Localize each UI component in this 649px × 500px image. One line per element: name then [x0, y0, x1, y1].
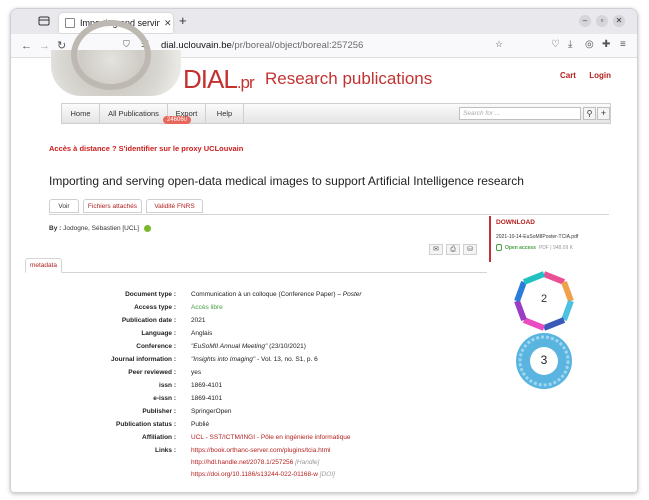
- download-title: DOWNLOAD: [496, 219, 535, 226]
- main-menu: Home All Publications 246060 Export Help…: [61, 103, 611, 124]
- forward-icon[interactable]: →: [39, 39, 50, 53]
- search-icon[interactable]: ⚲: [583, 107, 596, 120]
- login-link[interactable]: Login: [589, 71, 611, 80]
- author-name[interactable]: Jodogne, Sébastien: [63, 225, 120, 232]
- extensions-icon[interactable]: ✚: [602, 39, 610, 50]
- top-links: Cart Login: [549, 71, 611, 80]
- print-icon[interactable]: ⎙: [446, 244, 460, 255]
- bookmark-star-icon[interactable]: ☆: [495, 39, 503, 50]
- dial-logo[interactable]: DIAL.pr: [183, 64, 255, 95]
- browser-window: Importing and serving op ✕ + – ▫ ✕ ← → ↻…: [10, 8, 638, 493]
- open-access-icon: [496, 244, 502, 251]
- share-icon[interactable]: ✉: [429, 244, 443, 255]
- download-file-meta: Open access PDF | 948.09 K: [496, 244, 601, 251]
- minimize-icon[interactable]: –: [579, 15, 591, 27]
- proxy-notice[interactable]: Accès à distance ? S'identifier sur le p…: [49, 144, 243, 153]
- pocket-icon[interactable]: ♡: [551, 39, 560, 50]
- dimensions-score: 3: [540, 353, 548, 367]
- close-window-icon[interactable]: ✕: [613, 15, 625, 27]
- site-subtitle: Research publications: [265, 69, 433, 88]
- back-icon[interactable]: ←: [21, 39, 32, 53]
- authors-line: By : Jodogne, Sébastien [UCL]: [49, 225, 151, 232]
- account-icon[interactable]: ◎: [585, 39, 594, 50]
- page-title: Importing and serving open-data medical …: [49, 174, 524, 188]
- menu-help[interactable]: Help: [206, 104, 244, 123]
- tab-list-icon: [38, 16, 50, 26]
- cart-link[interactable]: Cart: [560, 71, 576, 80]
- tab-voir[interactable]: Voir: [49, 199, 79, 213]
- menu-all-publications[interactable]: All Publications: [100, 104, 168, 123]
- menu-home[interactable]: Home: [62, 104, 100, 123]
- page-favicon-icon: [65, 18, 75, 28]
- affiliation-link[interactable]: UCL - SST/ICTM/INGI - Pôle en ingénierie…: [191, 434, 350, 441]
- advanced-search-icon[interactable]: +: [597, 107, 610, 120]
- orcid-icon[interactable]: [143, 225, 151, 232]
- link-tcia[interactable]: https://book.orthanc-server.com/plugins/…: [191, 447, 330, 454]
- download-file-link[interactable]: 2021-10-14-EuSoMIIPoster-TCIA.pdf: [496, 234, 601, 240]
- altmetric-badge[interactable]: 2: [513, 270, 575, 332]
- site-banner: DIAL.pr Research publications Cart Login: [51, 20, 611, 96]
- menu-export[interactable]: Export: [168, 104, 206, 123]
- search-input[interactable]: Search for ...: [459, 107, 581, 120]
- link-doi[interactable]: https://doi.org/10.1186/s13244-022-01168…: [191, 471, 318, 478]
- tab-list-button[interactable]: [37, 14, 51, 28]
- url-text[interactable]: dial.uclouvain.be/pr/boreal/object/borea…: [161, 40, 363, 51]
- downloads-icon[interactable]: ⤓: [568, 39, 572, 50]
- tab-metadata[interactable]: metadata: [25, 258, 62, 273]
- page-content: DIAL.pr Research publications Cart Login…: [11, 20, 637, 492]
- metadata-tab-divider: [25, 272, 487, 273]
- tab-fichiers-attaches[interactable]: Fichiers attachés: [83, 199, 142, 213]
- altmetric-score: 2: [540, 293, 548, 305]
- link-handle[interactable]: http://hdl.handle.net/2078.1/257256: [191, 459, 293, 466]
- new-tab-button[interactable]: +: [179, 14, 187, 28]
- maximize-icon[interactable]: ▫: [596, 15, 608, 27]
- document-tabs: Voir Fichiers attachés Validité FNRS: [49, 199, 609, 215]
- author-affiliation: [UCL]: [122, 225, 139, 233]
- dimensions-badge[interactable]: 3: [513, 330, 575, 392]
- cart-add-icon[interactable]: ⛁: [463, 244, 477, 255]
- university-seal: [51, 20, 181, 96]
- menu-icon[interactable]: ≡: [620, 39, 626, 50]
- download-panel: DOWNLOAD 2021-10-14-EuSoMIIPoster-TCIA.p…: [489, 216, 601, 262]
- tab-close-icon[interactable]: ✕: [164, 18, 172, 29]
- tab-validite-fnrs[interactable]: Validité FNRS: [146, 199, 203, 213]
